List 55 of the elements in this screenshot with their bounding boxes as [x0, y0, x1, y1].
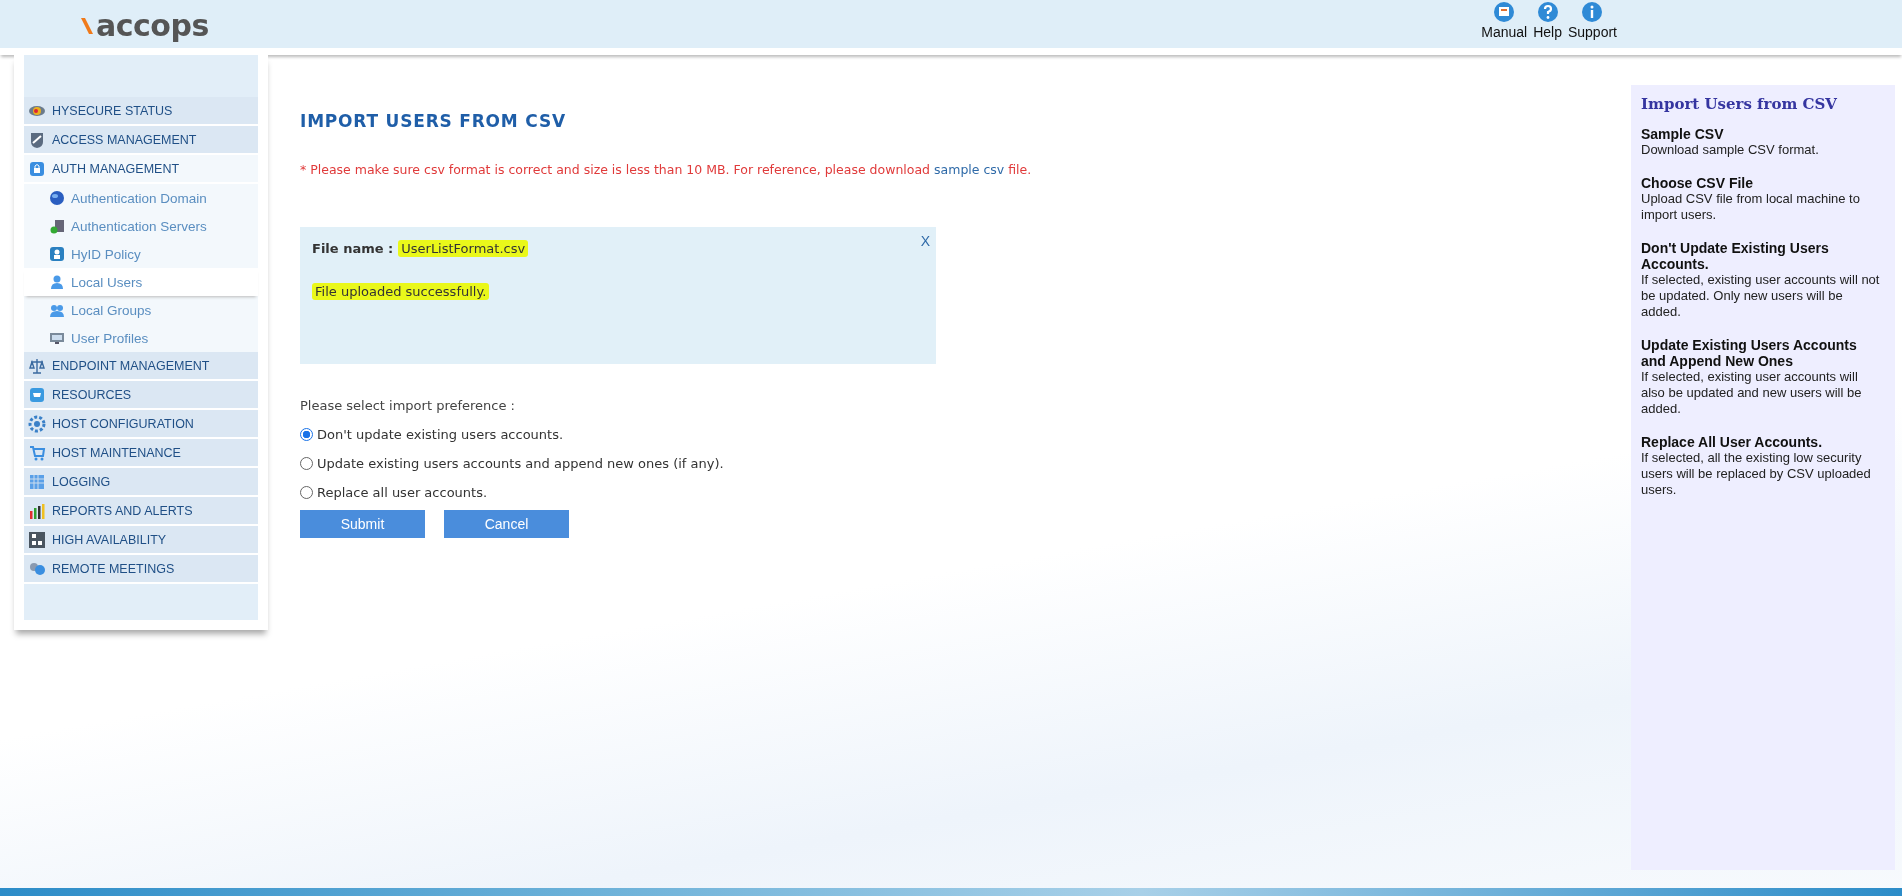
radio-option[interactable]: Replace all user accounts. — [300, 485, 1611, 500]
help-heading: Sample CSV — [1641, 126, 1725, 142]
sample-csv-link[interactable]: sample csv — [934, 162, 1005, 177]
logo-mark-icon — [80, 16, 94, 36]
radio-button[interactable] — [300, 428, 313, 441]
header-link[interactable]: Help — [1533, 1, 1562, 40]
help-title: Import Users from CSV — [1641, 95, 1838, 113]
nav-item[interactable]: HOST MAINTENANCE — [24, 439, 258, 468]
nav-item[interactable]: HIGH AVAILABILITY — [24, 526, 258, 555]
help-text: Upload CSV file from local machine to import users. — [1641, 191, 1861, 223]
nav-item[interactable]: ACCESS MANAGEMENT — [24, 126, 258, 155]
nav-item[interactable]: REPORTS AND ALERTS — [24, 497, 258, 526]
calendar-icon — [28, 472, 46, 491]
header-link[interactable]: Manual — [1481, 1, 1528, 40]
radio-option[interactable]: Don't update existing users accounts. — [300, 427, 1611, 442]
scales-icon — [28, 356, 46, 375]
help-text: Download sample CSV format. — [1641, 142, 1820, 158]
nav-item[interactable]: AUTH MANAGEMENT — [24, 155, 258, 184]
help-heading: Don't Update Existing Users Accounts. — [1641, 240, 1830, 272]
help-heading: Update Existing Users Accounts and Append New Ones — [1641, 337, 1858, 369]
nav-item[interactable]: RESOURCES — [24, 381, 258, 410]
radio-button[interactable] — [300, 457, 313, 470]
help-text: If selected, all the existing low security users will be replaced by CSV uploaded users. — [1641, 450, 1872, 498]
nav-item[interactable]: REMOTE MEETINGS — [24, 555, 258, 584]
help-heading: Replace All User Accounts. — [1641, 434, 1824, 450]
page-title: IMPORT USERS FROM CSV — [300, 111, 567, 131]
nav-item[interactable]: LOGGING — [24, 468, 258, 497]
lock-icon — [28, 159, 46, 178]
shield-icon — [28, 130, 46, 149]
help-text: If selected, existing user accounts will not be updated. Only new users will be added. — [1641, 272, 1881, 320]
radio-button[interactable] — [300, 486, 313, 499]
network-icon — [28, 530, 46, 549]
users-icon — [49, 302, 65, 318]
upload-message: File uploaded successfully. — [312, 283, 490, 300]
nav-item[interactable]: ENDPOINT MANAGEMENT — [24, 352, 258, 381]
server-icon — [49, 218, 65, 234]
user-icon — [49, 274, 65, 290]
monitor-icon — [49, 330, 65, 346]
logo-text: accops — [96, 12, 209, 40]
file-name: UserListFormat.csv — [398, 240, 529, 257]
globe-icon — [49, 190, 65, 206]
nav-item[interactable]: HOST CONFIGURATION — [24, 410, 258, 439]
close-button[interactable]: X — [920, 233, 930, 249]
preference-label: Please select import preference : — [300, 398, 516, 413]
help-heading: Choose CSV File — [1641, 175, 1755, 191]
nav-subitem[interactable]: Local Users — [24, 268, 258, 296]
header-link[interactable]: Support — [1567, 1, 1617, 40]
radio-option[interactable]: Update existing users accounts and append new ones (if any). — [300, 456, 1611, 471]
nav-item[interactable]: HYSECURE STATUS — [24, 97, 258, 126]
bar-chart-icon — [28, 501, 46, 520]
gear-icon — [28, 414, 46, 433]
notice-text: * Please make sure csv format is correct and size is less than 10 MB. For reference, please download sample csv file. — [300, 162, 1033, 177]
badge-icon — [49, 246, 65, 262]
file-name-label: File name : — [312, 241, 394, 256]
help-text: If selected, existing user accounts will also be updated and new users will be added. — [1641, 369, 1863, 417]
